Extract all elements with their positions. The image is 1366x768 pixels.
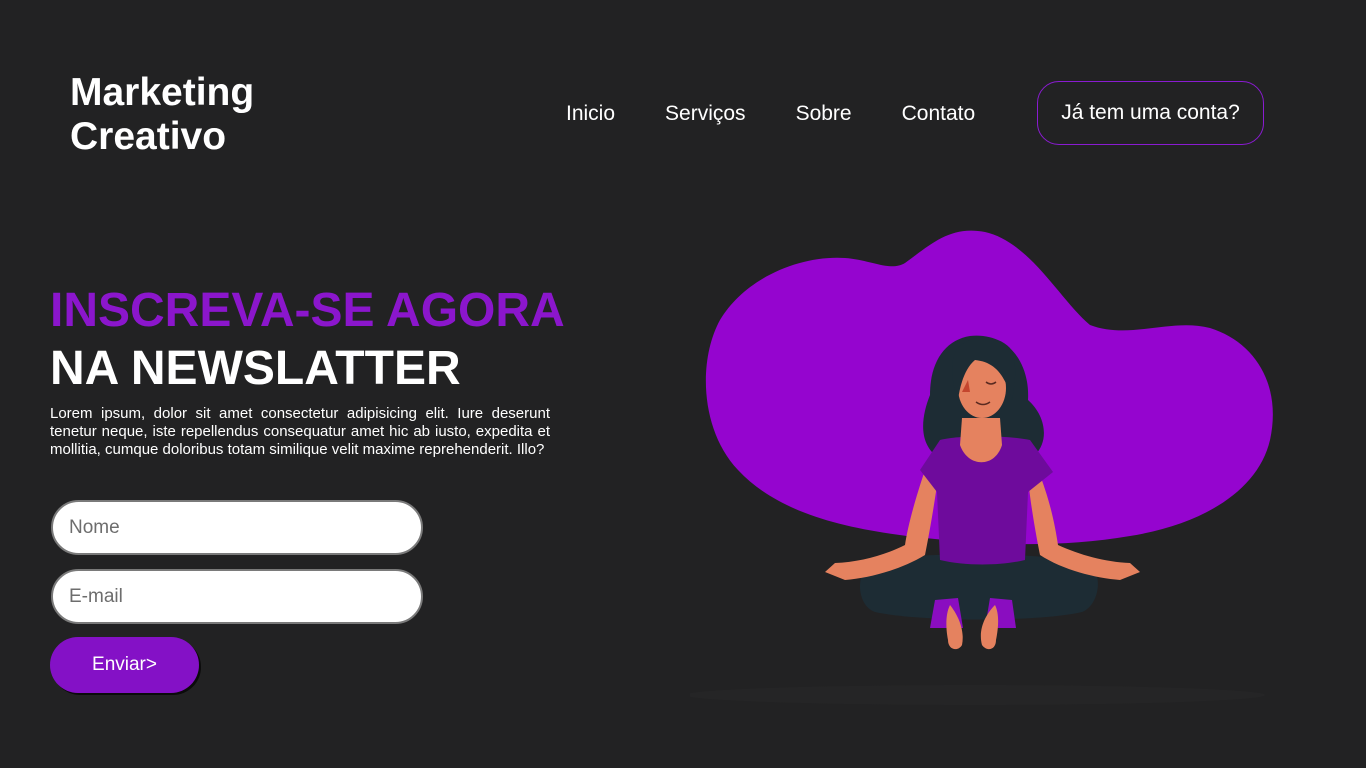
main-nav: Inicio Serviços Sobre Contato	[566, 81, 1025, 147]
brand-logo[interactable]: Marketing Creativo	[70, 71, 300, 159]
nav-link-contato[interactable]: Contato	[902, 102, 976, 126]
nav-link-inicio[interactable]: Inicio	[566, 102, 615, 126]
submit-button[interactable]: Enviar>	[50, 637, 199, 693]
brand-line-1: Marketing	[70, 71, 255, 114]
login-button[interactable]: Já tem uma conta?	[1037, 81, 1264, 145]
hero-description: Lorem ipsum, dolor sit amet consectetur …	[50, 405, 550, 458]
landing-page: Marketing Creativo Inicio Serviços Sobre…	[0, 0, 1366, 768]
brand-line-2: Creativo	[70, 115, 227, 158]
nav-link-sobre[interactable]: Sobre	[796, 102, 852, 126]
headline-accent: INSCREVA-SE AGORA	[50, 284, 565, 337]
headline-main: NA NEWSLATTER	[50, 342, 461, 395]
email-input[interactable]	[51, 569, 423, 624]
name-input[interactable]	[51, 500, 423, 555]
meditating-woman-illustration	[690, 230, 1273, 705]
nav-link-servicos[interactable]: Serviços	[665, 102, 746, 126]
hero-headline: INSCREVA-SE AGORA NA NEWSLATTER	[50, 282, 565, 398]
ground-shadow	[690, 685, 1265, 705]
